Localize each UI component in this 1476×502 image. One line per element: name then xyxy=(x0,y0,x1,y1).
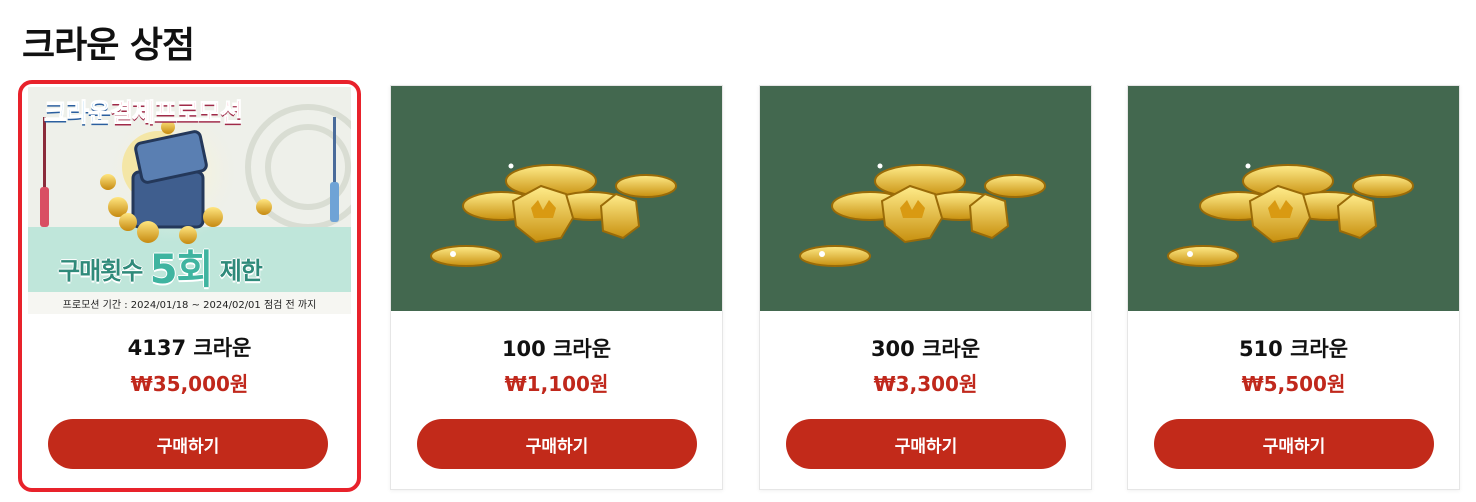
product-card[interactable]: 510 크라운 ₩5,500원 구매하기 xyxy=(1127,85,1460,490)
buy-button[interactable]: 구매하기 xyxy=(417,419,697,469)
buy-button[interactable]: 구매하기 xyxy=(48,419,328,469)
product-price: ₩3,300원 xyxy=(873,372,978,396)
promo-banner-image: 크라운결제프로모션 구매횟수 5회 제한 프로모션 기간 : 2024/01/1… xyxy=(28,87,351,314)
buy-button[interactable]: 구매하기 xyxy=(786,419,1066,469)
promo-purchase-limit: 구매횟수 5회 제한 xyxy=(58,237,263,295)
promo-heading: 크라운결제프로모션 xyxy=(43,93,244,129)
product-card-promo[interactable]: 크라운결제프로모션 구매횟수 5회 제한 프로모션 기간 : 2024/01/1… xyxy=(18,80,361,492)
product-name: 300 크라운 xyxy=(870,337,981,361)
product-name: 100 크라운 xyxy=(501,337,612,361)
buy-button[interactable]: 구매하기 xyxy=(1154,419,1434,469)
crown-coins-image xyxy=(391,86,722,311)
crown-coins-icon xyxy=(760,86,1091,311)
page-title: 크라운 상점 xyxy=(22,25,195,66)
product-card[interactable]: 100 크라운 ₩1,100원 구매하기 xyxy=(390,85,723,490)
crown-coins-image xyxy=(760,86,1091,311)
promo-heading-crown: 크라운 xyxy=(43,98,111,128)
crown-coins-icon xyxy=(1128,86,1459,311)
product-price: ₩1,100원 xyxy=(504,372,609,396)
product-card[interactable]: 300 크라운 ₩3,300원 구매하기 xyxy=(759,85,1092,490)
promo-limit-suffix: 제한 xyxy=(219,257,263,285)
product-price: ₩35,000원 xyxy=(130,372,249,396)
promo-heading-promotion: 결제프로모션 xyxy=(110,98,244,128)
product-name: 4137 크라운 xyxy=(127,336,252,360)
promo-limit-prefix: 구매횟수 xyxy=(58,257,143,285)
product-price: ₩5,500원 xyxy=(1241,372,1346,396)
promo-period: 프로모션 기간 : 2024/01/18 ~ 2024/02/01 점검 전 까… xyxy=(62,300,317,311)
product-name: 510 크라운 xyxy=(1238,337,1349,361)
crown-coins-icon xyxy=(391,86,722,311)
crown-coins-image xyxy=(1128,86,1459,311)
promo-limit-count: 5회 xyxy=(149,247,214,293)
